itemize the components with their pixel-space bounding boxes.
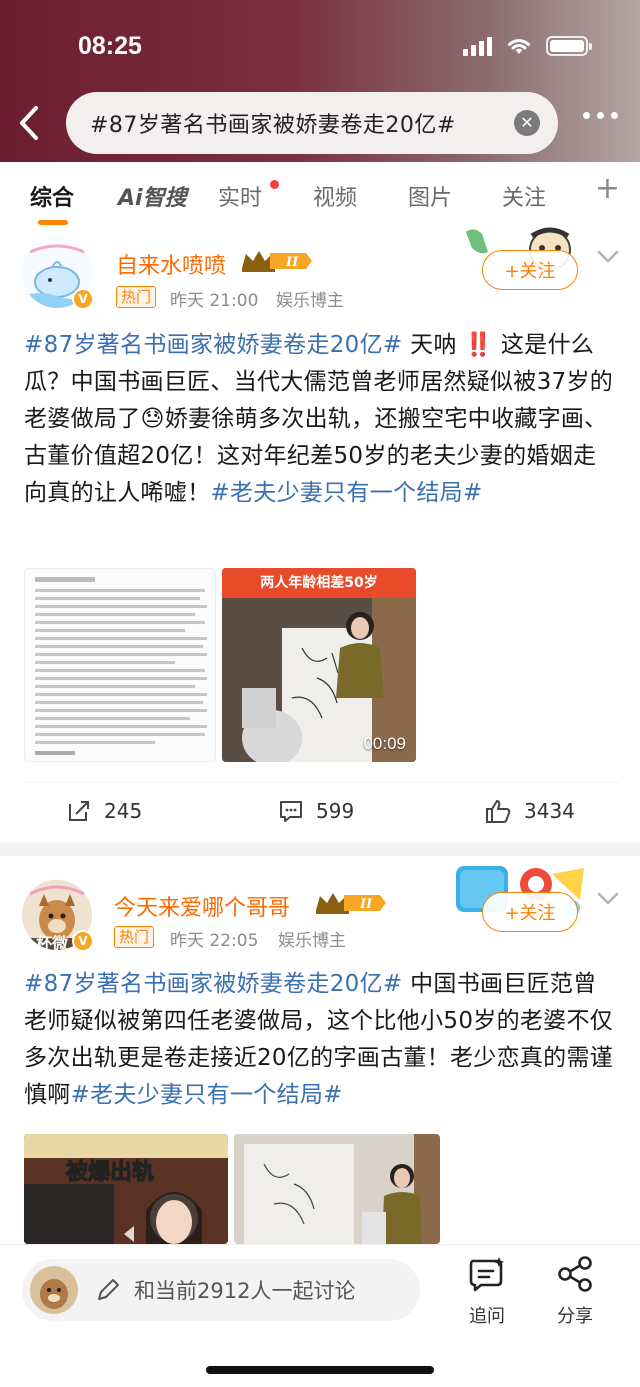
chevron-down-icon[interactable] bbox=[597, 892, 619, 906]
tab-video[interactable]: 视频 bbox=[313, 180, 357, 212]
verified-badge-icon: V bbox=[72, 930, 94, 952]
topic-hashtag-end[interactable]: #老夫少妻只有一个结局# bbox=[71, 1082, 343, 1108]
avatar-caption: 杯微 bbox=[36, 934, 69, 950]
hot-label: 热门 bbox=[114, 926, 155, 948]
post-text: #87岁著名书画家被娇妻卷走20亿# 中国书画巨匠范曾老师疑似被第四任老婆做局，… bbox=[24, 966, 618, 1114]
tab-ai-search[interactable]: Ai智搜 bbox=[118, 180, 187, 212]
chevron-down-icon[interactable] bbox=[597, 250, 619, 264]
member-crown-icon: II bbox=[242, 251, 312, 272]
tab-realtime[interactable]: 实时 bbox=[218, 180, 262, 212]
home-indicator[interactable] bbox=[206, 1366, 434, 1374]
repost-icon bbox=[69, 801, 89, 821]
share-icon bbox=[558, 1256, 592, 1292]
post-image[interactable] bbox=[234, 1134, 440, 1244]
like-button[interactable]: 3434 bbox=[484, 798, 575, 824]
post-category: 娱乐博主 bbox=[276, 291, 344, 311]
add-tab-button[interactable]: + bbox=[595, 174, 620, 204]
more-options-button[interactable] bbox=[583, 112, 618, 119]
status-time: 08:25 bbox=[78, 32, 142, 60]
search-input[interactable]: #87岁著名书画家被娇妻卷走20亿# ✕ bbox=[66, 92, 558, 154]
comment-icon bbox=[280, 801, 302, 822]
member-crown-icon: II bbox=[316, 893, 386, 914]
comment-button[interactable]: 599 bbox=[278, 798, 354, 824]
thumbs-up-icon bbox=[486, 800, 511, 823]
battery-icon bbox=[546, 36, 592, 56]
tab-images[interactable]: 图片 bbox=[408, 180, 452, 212]
search-query: #87岁著名书画家被娇妻卷走20亿# bbox=[90, 113, 456, 138]
follow-label: +关注 bbox=[504, 903, 556, 924]
post-card: V 自来水喷喷 II 热门 昨天 21:00 娱乐博主 +关注 #87岁著名书画… bbox=[0, 226, 640, 842]
image-caption: 被爆出轨 bbox=[65, 1160, 155, 1186]
weibo-search-page: 08:25 #87岁著名书画家被娇妻卷走20亿# ✕ 综合 Ai智搜 实时 视频… bbox=[0, 0, 640, 1387]
followup-label: 追问 bbox=[469, 1306, 505, 1327]
back-button[interactable] bbox=[14, 104, 46, 142]
repost-count: 245 bbox=[104, 799, 143, 823]
share-button[interactable]: 分享 bbox=[540, 1255, 610, 1328]
follow-button[interactable]: +关注 bbox=[482, 250, 578, 290]
status-icons bbox=[463, 36, 592, 56]
tab-following[interactable]: 关注 bbox=[502, 180, 546, 212]
header: 08:25 #87岁著名书画家被娇妻卷走20亿# ✕ bbox=[0, 0, 640, 162]
like-count: 3434 bbox=[524, 799, 575, 823]
repost-button[interactable]: 245 bbox=[66, 798, 142, 824]
post-image[interactable]: 被爆出轨 bbox=[24, 1134, 228, 1244]
username[interactable]: 自来水喷喷 bbox=[116, 248, 226, 280]
search-tabs: 综合 Ai智搜 实时 视频 图片 关注 bbox=[0, 162, 640, 226]
topic-hashtag[interactable]: #87岁著名书画家被娇妻卷走20亿# bbox=[24, 971, 402, 997]
painting-photo-image bbox=[234, 1134, 440, 1244]
post-card: 杯微 V 今天来爱哪个哥哥 II 热门 昨天 22:05 娱乐博主 +关注 #8… bbox=[0, 856, 640, 1244]
document-screenshot-image[interactable] bbox=[24, 568, 216, 762]
active-tab-indicator bbox=[38, 220, 68, 225]
post-actions: 245 599 3434 bbox=[0, 782, 640, 842]
svg-text:II: II bbox=[285, 255, 299, 270]
follow-button[interactable]: +关注 bbox=[482, 892, 578, 932]
video-caption: 两人年龄相差50岁 bbox=[260, 575, 378, 591]
ai-question-icon bbox=[469, 1257, 504, 1292]
video-frame-image bbox=[222, 568, 416, 762]
share-label: 分享 bbox=[557, 1306, 593, 1327]
signal-icon bbox=[463, 36, 492, 56]
hot-label: 热门 bbox=[116, 286, 157, 308]
followup-button[interactable]: 追问 bbox=[452, 1255, 522, 1328]
post-category: 娱乐博主 bbox=[278, 931, 346, 951]
video-duration: 00:09 bbox=[363, 734, 406, 753]
post-separator bbox=[0, 842, 640, 856]
tab-comprehensive[interactable]: 综合 bbox=[30, 180, 74, 212]
wifi-icon bbox=[508, 39, 530, 54]
new-content-dot bbox=[270, 180, 279, 189]
username[interactable]: 今天来爱哪个哥哥 bbox=[114, 890, 290, 922]
clear-search-icon[interactable]: ✕ bbox=[514, 110, 540, 136]
video-thumbnail[interactable]: 两人年龄相差50岁 00:09 bbox=[222, 568, 416, 762]
topic-hashtag[interactable]: #87岁著名书画家被娇妻卷走20亿# bbox=[24, 332, 402, 358]
post-time: 昨天 21:00 bbox=[170, 291, 259, 311]
user-avatar bbox=[30, 1266, 78, 1314]
pencil-icon bbox=[98, 1279, 119, 1300]
comment-count: 599 bbox=[316, 799, 355, 823]
verified-badge-icon: V bbox=[72, 288, 94, 310]
post-text: #87岁著名书画家被娇妻卷走20亿# 天呐 ‼️ 这是什么瓜？中国书画巨匠、当代… bbox=[24, 327, 618, 512]
post-time: 昨天 22:05 bbox=[170, 931, 259, 951]
topic-hashtag-end[interactable]: #老夫少妻只有一个结局# bbox=[210, 480, 482, 506]
comment-placeholder: 和当前2912人一起讨论 bbox=[134, 1279, 356, 1303]
follow-label: +关注 bbox=[504, 261, 556, 282]
svg-text:II: II bbox=[359, 897, 373, 912]
woman-photo-image bbox=[24, 1134, 228, 1244]
comment-input[interactable]: 和当前2912人一起讨论 bbox=[22, 1259, 420, 1321]
